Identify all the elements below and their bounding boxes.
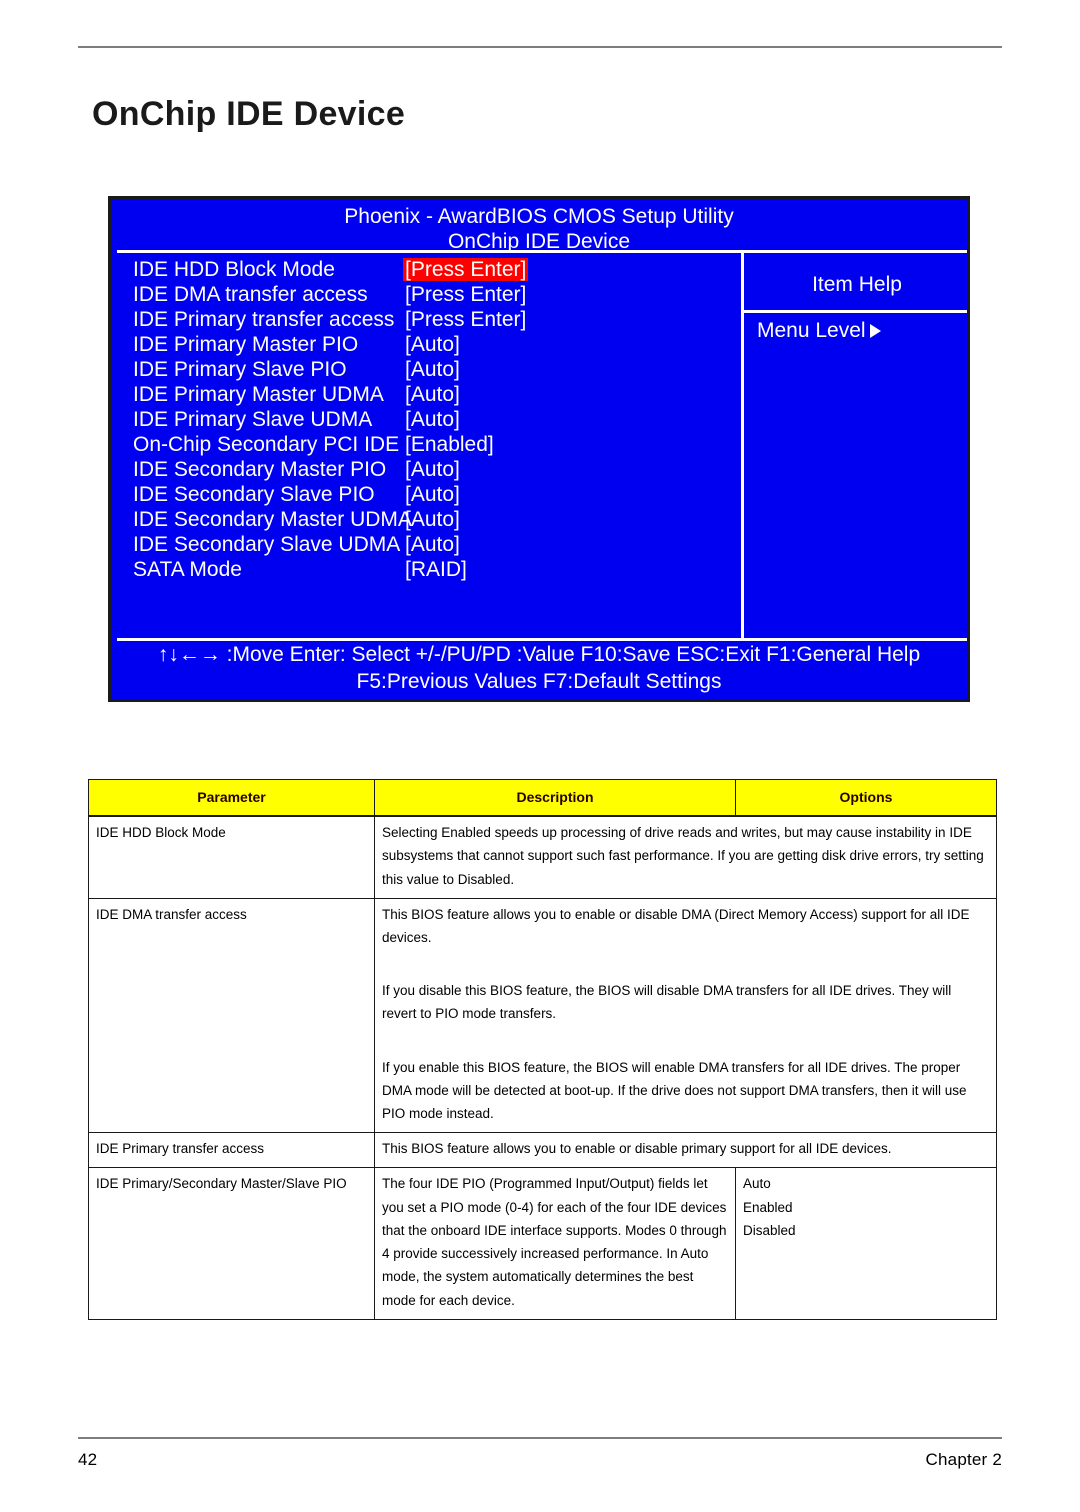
- bios-setting-row[interactable]: IDE Primary Master UDMA [Auto]: [133, 384, 733, 409]
- bios-setting-value[interactable]: [Press Enter]: [403, 258, 529, 281]
- bios-key-legend-line2: F5:Previous Values F7:Default Settings: [356, 670, 722, 693]
- bios-setting-value[interactable]: [Auto]: [405, 534, 460, 555]
- bios-setting-label: SATA Mode: [133, 558, 242, 581]
- bios-setting-row[interactable]: IDE Primary transfer access [Press Enter]: [133, 309, 733, 334]
- triangle-right-icon: [869, 324, 881, 338]
- bios-setting-label: IDE Secondary Master PIO: [133, 458, 387, 481]
- cell-options: Auto Enabled Disabled: [735, 1167, 997, 1320]
- bios-setting-row[interactable]: SATA Mode [RAID]: [133, 559, 733, 584]
- bios-setting-value[interactable]: [Press Enter]: [405, 284, 526, 305]
- cell-description: Selecting Enabled speeds up processing o…: [374, 815, 997, 899]
- description-paragraph: The four IDE PIO (Programmed Input/Outpu…: [382, 1176, 727, 1308]
- bios-setting-label: IDE Secondary Slave PIO: [133, 483, 375, 506]
- table-header-row: Parameter Description Options: [88, 779, 997, 818]
- option-item: Auto: [743, 1176, 771, 1192]
- table-row: IDE DMA transfer access This BIOS featur…: [88, 897, 997, 1134]
- item-help-title: Item Help: [812, 273, 902, 296]
- parameter-description-table: Parameter Description Options IDE HDD Bl…: [88, 779, 997, 1320]
- column-header-options: Options: [735, 779, 997, 818]
- page-title: OnChip IDE Device: [92, 94, 406, 133]
- description-paragraph: This BIOS feature allows you to enable o…: [382, 906, 970, 945]
- bios-setting-row[interactable]: IDE Secondary Slave PIO [Auto]: [133, 484, 733, 509]
- bios-setting-row[interactable]: IDE Secondary Master PIO [Auto]: [133, 459, 733, 484]
- bios-setting-row[interactable]: On-Chip Secondary PCI IDE [Enabled]: [133, 434, 733, 459]
- cell-description: The four IDE PIO (Programmed Input/Outpu…: [374, 1167, 736, 1320]
- cell-parameter: IDE Primary/Secondary Master/Slave PIO: [88, 1167, 375, 1320]
- bios-setting-label: IDE Primary Slave UDMA: [133, 408, 373, 431]
- bios-setting-value[interactable]: [Auto]: [405, 384, 460, 405]
- bios-settings-list: IDE HDD Block Mode [Press Enter] IDE DMA …: [133, 258, 733, 584]
- bios-setup-screen: Phoenix - AwardBIOS CMOS Setup Utility O…: [108, 196, 970, 702]
- cell-parameter: IDE Primary transfer access: [88, 1132, 375, 1169]
- bios-setting-value[interactable]: [Auto]: [405, 484, 460, 505]
- bios-setting-label: On-Chip Secondary PCI IDE: [133, 433, 400, 456]
- bios-item-help-body: Menu Level: [747, 310, 967, 341]
- description-paragraph: If you disable this BIOS feature, the BI…: [382, 983, 952, 1022]
- bios-setting-row[interactable]: IDE Primary Slave PIO [Auto]: [133, 359, 733, 384]
- bios-body: IDE HDD Block Mode [Press Enter] IDE DMA …: [111, 253, 967, 699]
- bios-setting-value[interactable]: [Press Enter]: [405, 309, 526, 330]
- page-footer-rule: [78, 1437, 1002, 1439]
- bios-setting-label: IDE Primary Master UDMA: [133, 383, 384, 406]
- bios-setting-label: IDE Secondary Master UDMA: [133, 508, 412, 531]
- bios-key-legend: ↑↓←→ :Move Enter: Select +/-/PU/PD :Valu…: [111, 644, 967, 699]
- column-header-description: Description: [374, 779, 736, 818]
- bios-setting-label: IDE Secondary Slave UDMA: [133, 533, 401, 556]
- bios-setting-value[interactable]: [Auto]: [405, 409, 460, 430]
- bios-setting-row[interactable]: IDE Secondary Master UDMA[Auto]: [133, 509, 733, 534]
- bios-setting-value[interactable]: [Auto]: [405, 359, 460, 380]
- description-paragraph: Selecting Enabled speeds up processing o…: [382, 825, 984, 887]
- bios-setting-row[interactable]: IDE HDD Block Mode [Press Enter]: [133, 258, 733, 284]
- bios-setting-row[interactable]: IDE Primary Master PIO [Auto]: [133, 334, 733, 359]
- description-paragraph: If you enable this BIOS feature, the BIO…: [382, 1059, 967, 1122]
- description-paragraph: This BIOS feature allows you to enable o…: [382, 1141, 892, 1157]
- bios-setting-value[interactable]: [Auto]: [405, 459, 460, 480]
- column-header-parameter: Parameter: [88, 779, 375, 818]
- bios-setting-label: IDE Primary Master PIO: [133, 333, 359, 356]
- bios-titlebar: Phoenix - AwardBIOS CMOS Setup Utility O…: [111, 199, 967, 253]
- bios-footer-separator: [117, 638, 967, 641]
- table-row: IDE Primary/Secondary Master/Slave PIO T…: [88, 1167, 997, 1320]
- page-number: 42: [78, 1450, 98, 1469]
- cell-description: This BIOS feature allows you to enable o…: [374, 897, 997, 1134]
- bios-setting-label: IDE HDD Block Mode: [133, 258, 335, 281]
- bios-setting-row[interactable]: IDE DMA transfer access [Press Enter]: [133, 284, 733, 309]
- bios-setting-value[interactable]: [Auto]: [405, 509, 460, 530]
- table-row: IDE Primary transfer access This BIOS fe…: [88, 1132, 997, 1169]
- menu-level-row: Menu Level: [747, 310, 967, 341]
- cell-description: This BIOS feature allows you to enable o…: [374, 1132, 997, 1169]
- bios-setting-label: IDE Primary transfer access: [133, 308, 395, 331]
- bios-setting-value[interactable]: [RAID]: [405, 559, 467, 580]
- bios-page-title: OnChip IDE Device: [447, 230, 631, 253]
- bios-setting-row[interactable]: IDE Primary Slave UDMA [Auto]: [133, 409, 733, 434]
- bios-setting-value[interactable]: [Auto]: [405, 334, 460, 355]
- bios-setting-label: IDE DMA transfer access: [133, 283, 368, 306]
- table-row: IDE HDD Block Mode Selecting Enabled spe…: [88, 815, 997, 899]
- option-item: Enabled: [743, 1199, 793, 1215]
- cell-parameter: IDE DMA transfer access: [88, 897, 375, 1134]
- bios-setting-value[interactable]: [Enabled]: [405, 434, 494, 455]
- bios-key-legend-line1: ↑↓←→ :Move Enter: Select +/-/PU/PD :Valu…: [157, 643, 921, 666]
- bios-item-help-panel: Item Help: [747, 253, 967, 295]
- option-item: Disabled: [743, 1222, 796, 1238]
- chapter-label: Chapter 2: [925, 1450, 1002, 1469]
- menu-level-label: Menu Level: [757, 319, 866, 342]
- bios-utility-title: Phoenix - AwardBIOS CMOS Setup Utility: [344, 205, 734, 228]
- page-header-rule: [78, 46, 1002, 48]
- bios-setting-label: IDE Primary Slave PIO: [133, 358, 347, 381]
- cell-parameter: IDE HDD Block Mode: [88, 815, 375, 899]
- bios-setting-row[interactable]: IDE Secondary Slave UDMA [Auto]: [133, 534, 733, 559]
